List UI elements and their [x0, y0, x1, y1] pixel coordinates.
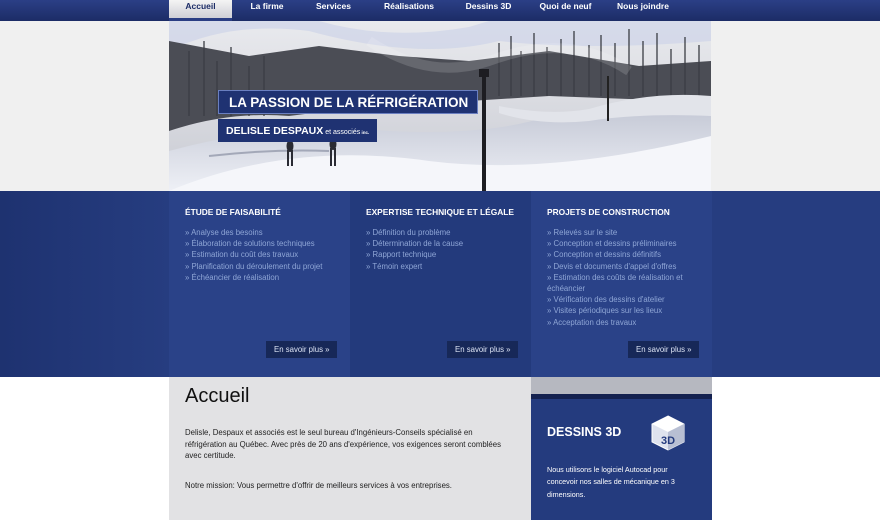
page-title: Accueil	[185, 385, 250, 407]
service-list: » Analyse des besoins » Élaboration de s…	[185, 227, 345, 283]
list-item[interactable]: » Conception et dessins préliminaires	[547, 238, 695, 249]
hero-banner: LA PASSION DE LA RÉFRIGÉRATION DELISLE D…	[169, 21, 711, 191]
list-item[interactable]: » Rapport technique	[366, 249, 526, 260]
feasibility-more-button[interactable]: En savoir plus »	[266, 341, 338, 358]
nav-accueil[interactable]: Accueil	[169, 0, 232, 21]
service-feasibility: ÉTUDE DE FAISABILITÉ » Analyse des besoi…	[169, 191, 350, 377]
svg-text:3D: 3D	[661, 435, 675, 447]
dessins-3d-title: DESSINS 3D	[547, 425, 622, 439]
dessins-3d-box[interactable]: DESSINS 3D 3D Nous utilisons le logiciel…	[531, 394, 712, 520]
header-side-right	[711, 21, 880, 191]
list-item[interactable]: » Visites périodiques sur les lieux	[547, 305, 695, 316]
nav-services[interactable]: Services	[302, 0, 365, 21]
services-edge	[0, 191, 169, 377]
list-item[interactable]: » Acceptation des travaux	[547, 317, 695, 328]
nav-dessins-3d[interactable]: Dessins 3D	[453, 0, 524, 21]
company-logo: DELISLE DESPAUX et associés inc.	[218, 119, 378, 142]
service-title: PROJETS DE CONSTRUCTION	[547, 207, 670, 217]
list-item[interactable]: » Estimation des coûts de réalisation et…	[547, 272, 695, 294]
list-item[interactable]: » Vérification des dessins d'atelier	[547, 294, 695, 305]
main-nav: Accueil La firme Services Réalisations D…	[169, 0, 679, 21]
intro-paragraph: Delisle, Despaux et associés est le seul…	[185, 428, 502, 460]
list-item[interactable]: » Détermination de la cause	[366, 238, 526, 249]
construction-more-button[interactable]: En savoir plus »	[628, 341, 700, 358]
dessins-3d-text: Nous utilisons le logiciel Autocad pour …	[547, 465, 675, 499]
hero-tagline: LA PASSION DE LA RÉFRIGÉRATION	[218, 90, 479, 114]
nav-realisations[interactable]: Réalisations	[365, 0, 453, 21]
list-item[interactable]: » Planification du déroulement du projet	[185, 261, 345, 272]
nav-la-firme[interactable]: La firme	[232, 0, 302, 21]
list-item[interactable]: » Échéancier de réalisation	[185, 272, 345, 283]
header-side-left	[0, 21, 169, 191]
3d-cube-icon: 3D	[651, 415, 685, 451]
service-title: ÉTUDE DE FAISABILITÉ	[185, 207, 281, 217]
company-inc: inc.	[360, 130, 370, 135]
mission-paragraph: Notre mission: Vous permettre d'offrir d…	[185, 481, 452, 490]
list-item[interactable]: » Relevés sur le site	[547, 227, 695, 238]
services-section: ÉTUDE DE FAISABILITÉ » Analyse des besoi…	[0, 191, 880, 377]
company-suffix: et associés	[323, 129, 361, 136]
expertise-more-button[interactable]: En savoir plus »	[447, 341, 519, 358]
list-item[interactable]: » Estimation du coût des travaux	[185, 249, 345, 260]
service-construction: PROJETS DE CONSTRUCTION » Relevés sur le…	[531, 191, 712, 377]
service-list: » Relevés sur le site » Conception et de…	[547, 227, 695, 328]
service-expertise: EXPERTISE TECHNIQUE ET LÉGALE » Définiti…	[350, 191, 531, 377]
nav-nous-joindre[interactable]: Nous joindre	[607, 0, 679, 21]
service-list: » Définition du problème » Détermination…	[366, 227, 526, 272]
list-item[interactable]: » Élaboration de solutions techniques	[185, 238, 345, 249]
company-name: DELISLE DESPAUX	[226, 125, 324, 137]
list-item[interactable]: » Témoin expert	[366, 261, 526, 272]
list-item[interactable]: » Analyse des besoins	[185, 227, 345, 238]
main-content: Accueil Delisle, Despaux et associés est…	[169, 377, 531, 520]
list-item[interactable]: » Définition du problème	[366, 227, 526, 238]
list-item[interactable]: » Devis et documents d'appel d'offres	[547, 261, 695, 272]
service-title: EXPERTISE TECHNIQUE ET LÉGALE	[366, 207, 514, 217]
nav-quoi-de-neuf[interactable]: Quoi de neuf	[524, 0, 607, 21]
list-item[interactable]: » Conception et dessins définitifs	[547, 249, 695, 260]
